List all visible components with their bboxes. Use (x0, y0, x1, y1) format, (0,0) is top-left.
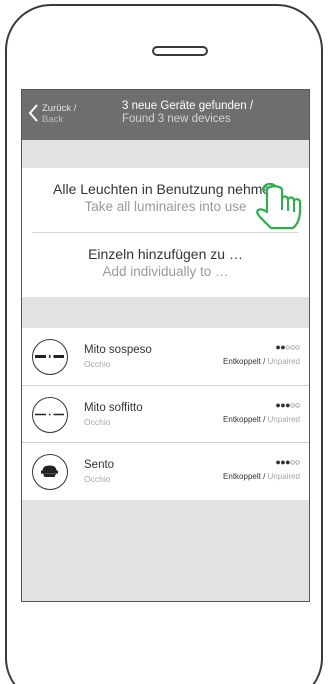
spot-lamp-icon (32, 454, 68, 490)
status-en: Unpaired (267, 357, 300, 366)
device-item-sento[interactable]: Sento Occhio ●●●○○ Entkoppelt / Unpaired (22, 443, 309, 500)
status-en: Unpaired (267, 415, 300, 424)
status-de: Entkoppelt (223, 472, 261, 481)
tap-hand-icon (255, 182, 302, 230)
pendant-lamp-icon (32, 339, 68, 375)
device-item-mito-soffitto[interactable]: Mito soffitto Occhio ●●●○○ Entkoppelt / … (22, 386, 309, 443)
app-screen: Zurück / Back 3 neue Geräte gefunden / F… (21, 89, 310, 602)
status-de: Entkoppelt (223, 415, 261, 424)
ceiling-lamp-icon (32, 397, 68, 433)
device-list: Mito sospeso Occhio ●●○○○ Entkoppelt / U… (22, 328, 309, 500)
back-label-de: Zurück / (42, 103, 77, 114)
page-title-de: 3 neue Geräte gefunden / (122, 100, 254, 112)
add-individually-button[interactable]: Einzeln hinzufügen zu … Add individually… (22, 233, 309, 297)
status-sep: / (260, 415, 268, 424)
page-title: 3 neue Geräte gefunden / Found 3 new dev… (122, 100, 308, 126)
back-button[interactable]: Zurück / Back (28, 101, 98, 129)
signal-strength: ●●●○○ (275, 400, 300, 410)
chevron-left-icon (28, 104, 38, 122)
device-name: Sento (84, 459, 115, 471)
status-sep: / (260, 357, 268, 366)
status-de: Entkoppelt (223, 357, 261, 366)
status-en: Unpaired (267, 472, 300, 481)
status-sep: / (260, 472, 268, 481)
signal-strength: ●●○○○ (275, 342, 300, 352)
device-brand: Occhio (84, 359, 111, 369)
device-brand: Occhio (84, 417, 111, 427)
signal-strength: ●●●○○ (275, 457, 300, 467)
device-item-mito-sospeso[interactable]: Mito sospeso Occhio ●●○○○ Entkoppelt / U… (22, 328, 309, 385)
pairing-status: Entkoppelt / Unpaired (223, 472, 300, 481)
header-bar: Zurück / Back 3 neue Geräte gefunden / F… (22, 90, 309, 140)
device-brand: Occhio (84, 474, 111, 484)
add-individually-label-en: Add individually to … (102, 264, 229, 279)
back-label-en: Back (42, 114, 64, 125)
pairing-status: Entkoppelt / Unpaired (223, 415, 300, 424)
add-individually-label-de: Einzeln hinzufügen zu … (88, 246, 243, 262)
back-label: Zurück / Back (42, 103, 76, 125)
pairing-status: Entkoppelt / Unpaired (223, 357, 300, 366)
phone-speaker (152, 46, 208, 56)
device-name: Mito sospeso (84, 344, 152, 356)
device-name: Mito soffitto (84, 402, 143, 414)
page-title-en: Found 3 new devices (122, 113, 231, 125)
